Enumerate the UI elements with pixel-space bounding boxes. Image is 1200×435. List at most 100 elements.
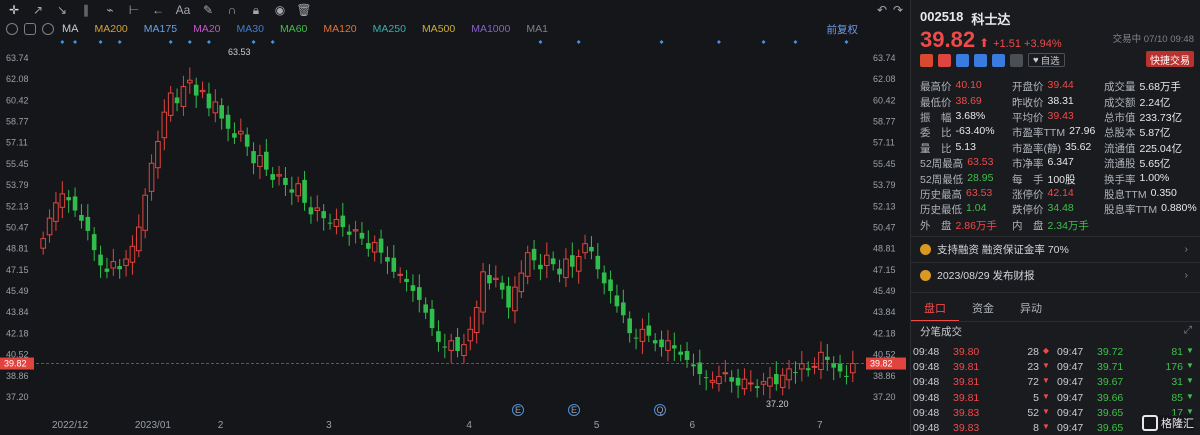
tick-time: 09:48 <box>913 406 940 419</box>
quick-trade-button[interactable]: 快捷交易 <box>1146 51 1194 67</box>
tick-row: 09:48 39.80 28 ◆ 09:47 39.72 81 ▼ <box>913 344 1200 359</box>
divider <box>911 321 1200 322</box>
stat-cell: 开盘价 39.44 <box>1012 79 1104 94</box>
stat-cell: 换手率 1.00% <box>1104 172 1196 187</box>
event-marker-icon[interactable]: E <box>512 404 524 416</box>
stat-label: 最高价 <box>920 81 952 94</box>
event-dot-icon[interactable] <box>538 40 543 44</box>
event-dot-icon[interactable] <box>844 40 849 44</box>
stock-name: 科士达 <box>971 12 1011 27</box>
event-dot-icon[interactable] <box>576 40 581 44</box>
candle <box>340 202 346 237</box>
stat-label: 最低价 <box>920 96 952 109</box>
event-dot-icon[interactable] <box>73 40 78 44</box>
event-dot-icon[interactable] <box>716 40 721 44</box>
notice-text: 2023/08/29 发布财报 <box>937 269 1035 282</box>
tick-direction-icon: ▼ <box>1186 391 1194 401</box>
candle <box>40 231 46 255</box>
stat-cell: 跌停价 34.48 <box>1012 202 1104 217</box>
tick-time: 09:48 <box>913 360 940 373</box>
candle <box>760 372 767 396</box>
event-dot-icon[interactable] <box>187 40 192 44</box>
current-price-tag: 39.82 <box>866 357 906 370</box>
stat-label: 每 手 <box>1012 173 1044 186</box>
candle <box>359 222 365 245</box>
event-dot-icon[interactable] <box>793 40 798 44</box>
stat-value: 63.53 <box>966 186 993 199</box>
y-tick-label-left: 53.79 <box>6 180 29 190</box>
candle <box>550 251 556 271</box>
y-tick-label: 38.86 <box>873 371 896 381</box>
stat-cell: 昨收价 38.31 <box>1012 95 1104 110</box>
event-dot-icon[interactable] <box>98 40 103 44</box>
candle <box>659 330 664 357</box>
stat-value: 5.87亿 <box>1139 127 1171 140</box>
stock-quote-panel: 002518 科士达 39.82 ⬆ +1.51 +3.94% 交易中 07/1… <box>910 0 1200 435</box>
stat-row: 振 幅 3.68% 平均价 39.43 总市值 233.73亿 <box>920 110 1200 125</box>
heart-icon: ♥ <box>1033 54 1039 66</box>
add-watchlist-button[interactable]: ♥ 自选 <box>1028 53 1065 67</box>
stat-value: 39.43 <box>1047 109 1074 122</box>
event-marker-icon[interactable]: Q <box>654 404 666 416</box>
candle <box>524 245 531 285</box>
stat-value: 233.73亿 <box>1139 111 1183 124</box>
notice-earnings[interactable]: 2023/08/29 发布财报 › <box>920 265 1194 285</box>
x-date-label: 7 <box>817 420 823 431</box>
stat-label: 总市值 <box>1104 111 1136 124</box>
stat-label: 跌停价 <box>1012 204 1044 217</box>
stat-label: 昨收价 <box>1012 96 1044 109</box>
chart-pane[interactable]: ✛ ↗ ↘ ∥ ⌁ ⊢ ← Aa ✎ ∩ 🔒︎ ◉ 🗑︎ ↶ ↷ MA MA200 MA175 MA20 MA30… <box>0 0 908 435</box>
tick-direction-icon: ▼ <box>1186 376 1194 386</box>
y-tick-label: 53.79 <box>873 180 896 190</box>
event-dot-icon[interactable] <box>270 40 275 44</box>
stat-value: 0.350 <box>1150 186 1177 199</box>
tag-row: ♥ 自选 <box>920 53 1065 67</box>
event-dot-icon[interactable] <box>251 40 256 44</box>
candle <box>110 248 117 276</box>
candle <box>136 214 142 258</box>
candle <box>608 270 613 304</box>
candle <box>518 260 525 299</box>
candle <box>346 224 352 246</box>
candle <box>729 370 734 393</box>
event-dot-icon[interactable] <box>761 40 766 44</box>
candle <box>831 356 836 381</box>
y-tick-label-left: 62.08 <box>6 74 29 84</box>
stat-value: 6.347 <box>1047 156 1074 169</box>
candle <box>741 368 748 396</box>
candlestick-chart[interactable]: 63.74 63.74 62.08 62.08 60.42 60.42 58.77 58.77… <box>0 0 908 435</box>
stat-cell: 52周最高 63.53 <box>920 156 1012 171</box>
stat-cell: 外 盘 2.86万手 <box>920 218 1012 233</box>
candle <box>538 253 543 281</box>
candle <box>264 138 269 177</box>
tick-time: 09:48 <box>913 376 940 389</box>
expand-icon[interactable]: ⤢ <box>1184 324 1192 337</box>
tab-orderbook[interactable]: 盘口 <box>911 298 959 322</box>
divider <box>911 236 1200 237</box>
notice-margin[interactable]: 支持融资 融资保证金率 70% › <box>920 239 1194 259</box>
tick-direction-icon: ▼ <box>1042 422 1050 432</box>
stat-label: 委 比 <box>920 127 952 140</box>
tab-movement[interactable]: 异动 <box>1007 298 1055 322</box>
tick-time: 09:47 <box>1057 406 1084 419</box>
tick-direction-icon: ▼ <box>1042 360 1050 370</box>
x-date-label: 5 <box>594 420 600 431</box>
candle <box>321 204 326 231</box>
event-dot-icon[interactable] <box>168 40 173 44</box>
event-dot-icon[interactable] <box>60 40 65 44</box>
candle <box>837 354 843 378</box>
event-marker-icon[interactable]: E <box>568 404 580 416</box>
high-annotation: 63.53 <box>228 47 251 57</box>
tab-capital[interactable]: 资金 <box>959 298 1007 322</box>
y-tick-label-left: 37.20 <box>6 392 29 402</box>
event-dot-icon[interactable] <box>206 40 211 44</box>
candle <box>257 144 263 179</box>
stat-row: 52周最低 28.95 每 手 100股 换手率 1.00% <box>920 171 1200 186</box>
candle <box>850 350 856 383</box>
stat-value: 40.10 <box>955 79 982 92</box>
candle <box>754 379 760 398</box>
candle <box>270 167 275 188</box>
event-dot-icon[interactable] <box>659 40 664 44</box>
stat-value: 34.48 <box>1047 202 1074 215</box>
event-dot-icon[interactable] <box>117 40 122 44</box>
